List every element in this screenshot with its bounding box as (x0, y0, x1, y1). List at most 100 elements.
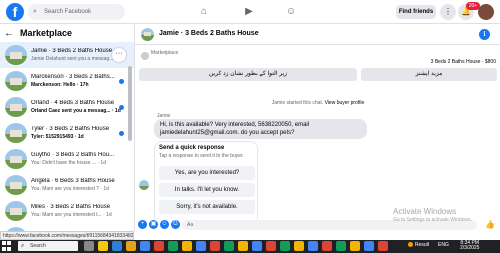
chat-started-text: Jamie started this chat. (271, 100, 324, 106)
more-options-icon[interactable]: ··· (112, 48, 126, 62)
conversation-item[interactable]: Angela · 6 Beds 3 Baths House You: Mam ar… (0, 172, 134, 198)
chrome-icon[interactable] (378, 241, 388, 251)
taskbar-clock[interactable]: 8:34 PM 2/3/2025 (460, 241, 479, 251)
marketplace-header: ← Marketplace (0, 24, 134, 42)
quick-response-option[interactable]: Yes, are you interested? (159, 166, 255, 180)
chrome-icon[interactable] (182, 241, 192, 251)
search-input[interactable]: ⌕ Search Facebook (28, 4, 125, 20)
profile-avatar[interactable] (478, 4, 494, 20)
quick-response-title: Send a quick response (159, 145, 225, 151)
conversation-title: Angela · 6 Beds 3 Baths House (31, 178, 115, 184)
result-label: Result (415, 242, 430, 248)
status-bar-url: https://www.facebook.com/messages/t/9115… (0, 231, 134, 240)
chrome-icon[interactable] (350, 241, 360, 251)
windows-taskbar: ⌕ Search Result ENG 8:34 PM 2/3/2025 (0, 240, 500, 253)
search-icon: ⌕ (33, 8, 37, 15)
conversation-scrollbar[interactable] (128, 66, 132, 141)
conversation-text: Angela · 6 Beds 3 Baths House You: Mam ar… (31, 178, 134, 192)
chrome-icon[interactable] (210, 241, 220, 251)
facebook-logo[interactable]: f (6, 3, 24, 21)
listing-price: 3 Beds 2 Baths House · $800 (430, 59, 496, 65)
watermark-line2: Go to Settings to activate Windows. (393, 217, 472, 223)
conversation-title: Guytho · 3 Beds 2 Baths Hou... (31, 152, 115, 158)
quick-response-option[interactable]: Sorry, it's not available. (159, 200, 255, 214)
sender-avatar (139, 180, 149, 190)
file-explorer-icon[interactable] (98, 241, 108, 251)
chrome-icon[interactable] (140, 241, 150, 251)
mark-as-pending-button[interactable]: زیر التوا کے بطور نشان زد کریں (139, 68, 357, 81)
conversation-item[interactable]: Marckenson · 3 Beds 2 Baths... Marckenson… (0, 68, 134, 94)
chrome-icon[interactable] (336, 241, 346, 251)
windows-start-icon[interactable] (2, 241, 12, 251)
conversation-text: Guytho · 3 Beds 2 Baths Hou... You: Didn'… (31, 152, 134, 166)
conversation-title: Miles · 3 Beds 2 Baths House (31, 204, 111, 210)
search-icon: ⌕ (21, 243, 25, 249)
conversation-item[interactable]: Tyler · 3 Beds 2 Baths House Tyler: 51529… (0, 120, 134, 146)
back-arrow-icon[interactable]: ← (4, 28, 14, 39)
task-view-icon[interactable] (84, 241, 94, 251)
unread-indicator (119, 79, 124, 84)
listing-thumbnail (5, 201, 27, 221)
listing-thumbnail (5, 123, 27, 143)
conversation-preview: You: Mam are you interested t... · 1d (31, 212, 112, 218)
conversation-item[interactable]: Orland · 4 Beds 3 Baths House Orland Caez… (0, 94, 134, 120)
listing-thumbnail (5, 175, 27, 195)
clock-date: 2/3/2025 (460, 245, 480, 251)
chrome-icon[interactable] (224, 241, 234, 251)
watermark-line1: Activate Windows (393, 207, 457, 216)
gif-icon[interactable]: G (171, 220, 180, 229)
edge-icon[interactable] (112, 241, 122, 251)
thumbs-up-icon[interactable]: 👍 (485, 220, 495, 230)
chrome-icon[interactable] (294, 241, 304, 251)
menu-grid-icon[interactable]: ⋮ (440, 4, 456, 20)
search-placeholder: Search Facebook (44, 9, 92, 15)
chrome-icon[interactable] (280, 241, 290, 251)
find-friends-button[interactable]: Find friends (396, 5, 436, 19)
marketplace-label: Marketplace (151, 50, 179, 56)
plus-icon[interactable]: + (138, 220, 147, 229)
listing-thumbnail (5, 71, 27, 91)
listing-thumbnail (5, 149, 27, 169)
conversation-text: Miles · 3 Beds 2 Baths House You: Mam are… (31, 204, 134, 218)
taskbar-result-widget[interactable]: Result (408, 242, 429, 248)
conversation-item[interactable]: Nicki · 3 Beds 2 Baths House (0, 224, 134, 231)
sticker-icon[interactable]: ☺ (160, 220, 169, 229)
activate-windows-watermark: Activate Windows Go to Settings to activ… (393, 207, 472, 223)
chrome-icon[interactable] (308, 241, 318, 251)
unread-indicator (119, 131, 124, 136)
chrome-icon[interactable] (364, 241, 374, 251)
listing-thumbnail (5, 97, 27, 117)
video-icon[interactable]: ▶ (242, 5, 256, 19)
more-options-button[interactable]: مزید اپشنز (361, 68, 497, 81)
taskbar-search-text: Search (30, 243, 46, 249)
quick-response-subtitle: Tap a response to send it to the buyer. (159, 153, 244, 159)
listing-thumbnail[interactable] (141, 28, 154, 41)
unread-indicator (119, 105, 124, 110)
chrome-icon[interactable] (154, 241, 164, 251)
view-buyer-profile-link[interactable]: View buyer profile (325, 100, 365, 106)
chrome-icon[interactable] (266, 241, 276, 251)
app-icon[interactable] (126, 241, 136, 251)
chrome-icon[interactable] (168, 241, 178, 251)
marketplace-title: Marketplace (20, 28, 73, 38)
chat-title[interactable]: Jamie · 3 Beds 2 Baths House (159, 30, 259, 37)
photo-icon[interactable]: ▣ (149, 220, 158, 229)
conversation-item[interactable]: Miles · 3 Beds 2 Baths House You: Mam are… (0, 198, 134, 224)
chrome-icon[interactable] (252, 241, 262, 251)
conversation-item[interactable]: Jamie · 3 Beds 2 Baths House Jamie Delahu… (0, 42, 134, 68)
chrome-icon[interactable] (196, 241, 206, 251)
top-navigation-bar: f ⌕ Search Facebook ⌂ ▶ ☺ Find friends ⋮… (0, 0, 500, 24)
language-indicator[interactable]: ENG (438, 242, 449, 248)
marketplace-conversation-list: ← Marketplace Jamie · 3 Beds 2 Baths Hou… (0, 24, 134, 231)
conversation-item[interactable]: Guytho · 3 Beds 2 Baths Hou... You: Didn'… (0, 146, 134, 172)
taskbar-search[interactable]: ⌕ Search (18, 241, 78, 251)
home-icon[interactable]: ⌂ (197, 5, 211, 19)
chat-started-notice: Jamie started this chat. View buyer prof… (135, 100, 500, 106)
quick-response-option[interactable]: In talks. I'll let you know. (159, 183, 255, 197)
info-icon[interactable]: i (479, 29, 490, 40)
groups-icon[interactable]: ☺ (284, 5, 298, 19)
marketplace-icon (141, 52, 149, 60)
chrome-icon[interactable] (238, 241, 248, 251)
conversation-preview: You: Didn't have the house ... · 1d (31, 160, 106, 166)
chrome-icon[interactable] (322, 241, 332, 251)
